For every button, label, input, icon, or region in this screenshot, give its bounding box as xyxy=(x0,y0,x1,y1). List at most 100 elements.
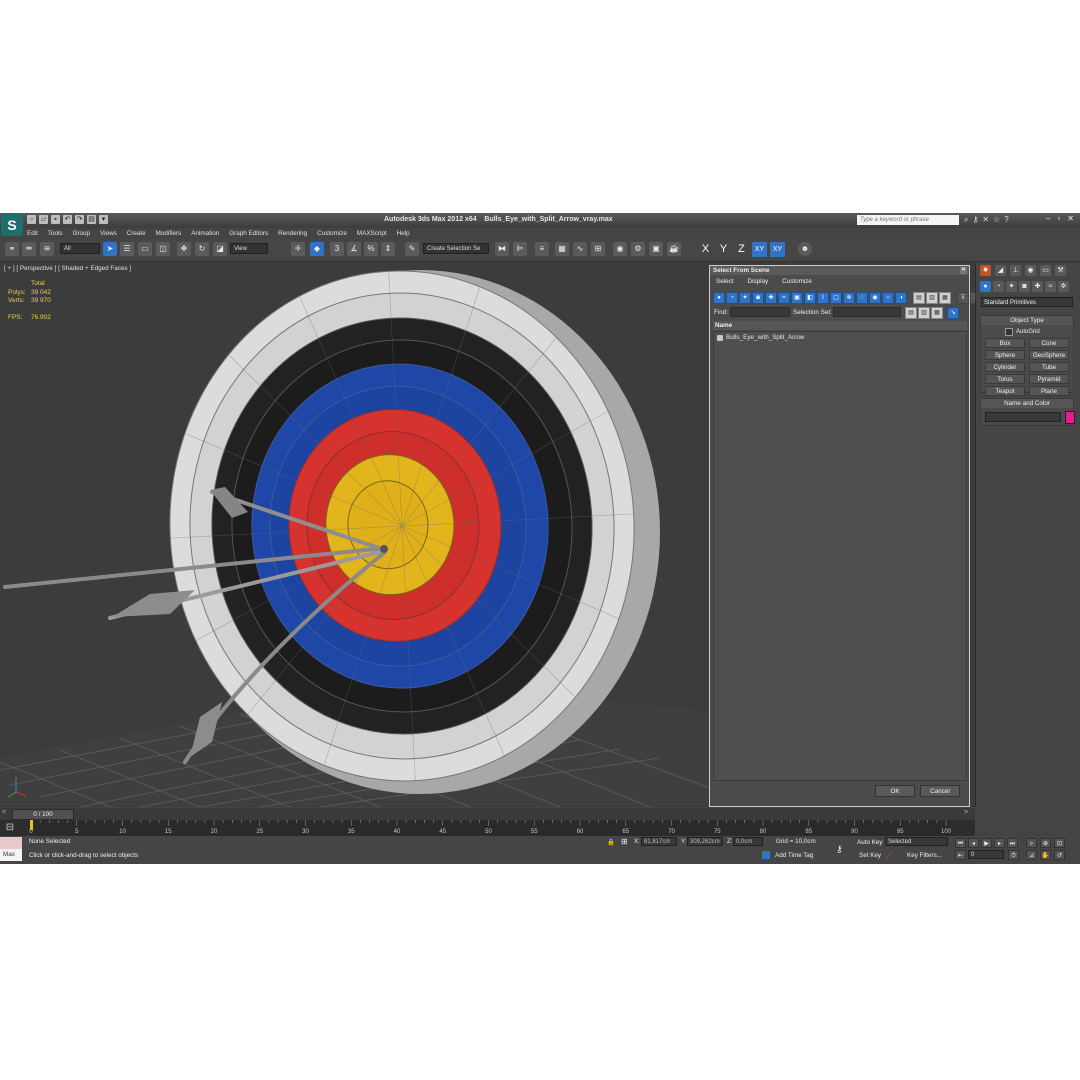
time-slider[interactable]: < 0 / 100 > xyxy=(0,808,975,820)
edit-named-selection-icon[interactable]: ✎ xyxy=(405,242,419,256)
display-space-warps-icon[interactable]: ≈ xyxy=(778,292,790,304)
previous-frame-icon[interactable]: ◂ xyxy=(968,838,979,848)
autogrid-check[interactable] xyxy=(1005,328,1013,336)
display-all-icon[interactable]: ◉ xyxy=(869,292,881,304)
star-icon[interactable]: ☆ xyxy=(993,215,1000,225)
object-type-title[interactable]: Object Type xyxy=(981,316,1073,325)
pivot-center-icon[interactable]: ✛ xyxy=(291,242,305,256)
display-geometry-icon[interactable]: ● xyxy=(713,292,725,304)
render-setup-icon[interactable]: ⚙ xyxy=(631,242,645,256)
axis-x-button[interactable]: X xyxy=(698,242,713,257)
menu-rendering[interactable]: Rendering xyxy=(273,228,312,239)
absolute-mode-icon[interactable]: ⊞ xyxy=(621,837,628,846)
window-crossing-icon[interactable]: ◫ xyxy=(156,242,170,256)
time-slider-thumb[interactable]: 0 / 100 xyxy=(12,809,74,820)
add-time-tag[interactable]: Add Time Tag xyxy=(775,852,813,859)
dialog-menu-customize[interactable]: Customize xyxy=(782,278,812,285)
selection-set-edit-icon[interactable]: ▥ xyxy=(918,307,930,319)
cone-button[interactable]: Cone xyxy=(1029,338,1069,348)
project-folder-icon[interactable]: ▤ xyxy=(87,215,96,224)
percent-snap-icon[interactable]: % xyxy=(364,242,378,256)
help-icon[interactable]: ? xyxy=(1004,215,1008,225)
z-coord-field[interactable]: 0,0cm xyxy=(733,837,763,846)
key-filters-button[interactable]: Key Filters... xyxy=(907,852,942,859)
zoom-all-icon[interactable]: ⊕ xyxy=(1040,838,1051,848)
undo-icon[interactable]: ↶ xyxy=(63,215,72,224)
material-editor-icon[interactable]: ◉ xyxy=(613,242,627,256)
display-tab-icon[interactable]: ▭ xyxy=(1040,265,1051,276)
select-all-icon[interactable]: ▤ xyxy=(913,292,925,304)
rotate-icon[interactable]: ↻ xyxy=(195,242,209,256)
field-of-view-icon[interactable]: ⊿ xyxy=(1026,850,1037,860)
axis-xy-button[interactable]: XY xyxy=(752,242,767,257)
zoom-icon[interactable]: ⌕ xyxy=(1026,838,1037,848)
scene-object-list[interactable]: Bulls_Eye_with_Split_Arrow xyxy=(713,331,967,781)
menu-group[interactable]: Group xyxy=(68,228,96,239)
selection-filter-dropdown[interactable]: All xyxy=(60,243,100,254)
close-icon[interactable]: ✕ xyxy=(1067,214,1074,223)
rectangular-region-icon[interactable]: ▭ xyxy=(138,242,152,256)
open-file-icon[interactable]: ▱ xyxy=(39,215,48,224)
systems-category-icon[interactable]: ✲ xyxy=(1058,281,1069,292)
display-shapes-icon[interactable]: ◔ xyxy=(726,292,738,304)
menu-modifiers[interactable]: Modifiers xyxy=(151,228,187,239)
y-coord-field[interactable]: 309,262cm xyxy=(687,837,723,846)
curve-editor-icon[interactable]: ∿ xyxy=(573,242,587,256)
torus-button[interactable]: Torus xyxy=(985,374,1025,384)
object-name-input[interactable] xyxy=(985,412,1061,422)
menu-views[interactable]: Views xyxy=(95,228,122,239)
named-selection-set-dropdown[interactable]: Create Selection Se xyxy=(423,243,489,254)
selection-set-save-icon[interactable]: ▤ xyxy=(905,307,917,319)
axis-z-button[interactable]: Z xyxy=(734,242,749,257)
selection-set-dropdown[interactable] xyxy=(833,307,901,317)
modify-tab-icon[interactable]: ◢ xyxy=(995,265,1006,276)
cameras-category-icon[interactable]: ◙ xyxy=(1019,281,1030,292)
time-configuration-icon[interactable]: ⏱ xyxy=(1008,850,1019,860)
find-input[interactable] xyxy=(730,307,790,317)
sphere-button[interactable]: Sphere xyxy=(985,350,1025,360)
go-to-start-icon[interactable]: ⏮ xyxy=(955,838,966,848)
menu-create[interactable]: Create xyxy=(122,228,151,239)
tube-button[interactable]: Tube xyxy=(1029,362,1069,372)
minimize-icon[interactable]: – xyxy=(1046,214,1050,223)
unlink-icon[interactable]: ⚮ xyxy=(22,242,36,256)
viewport-label[interactable]: [ + ] [ Perspective ] [ Shaded + Edged F… xyxy=(4,265,131,272)
select-object-icon[interactable]: ➤ xyxy=(103,242,117,256)
sync-selection-icon[interactable]: ↘ xyxy=(947,307,959,319)
list-item[interactable]: Bulls_Eye_with_Split_Arrow xyxy=(717,334,804,341)
select-manipulate-icon[interactable]: ◆ xyxy=(310,242,324,256)
lock-selection-icon[interactable]: 🔒 xyxy=(607,838,615,846)
cylinder-button[interactable]: Cylinder xyxy=(985,362,1025,372)
display-cameras-icon[interactable]: ◙ xyxy=(752,292,764,304)
axis-y-button[interactable]: Y xyxy=(716,242,731,257)
set-key-button[interactable]: Set Key xyxy=(859,852,881,859)
graphite-ribbon-icon[interactable]: ▦ xyxy=(555,242,569,256)
menu-animation[interactable]: Animation xyxy=(186,228,224,239)
viewport-shading-icon[interactable]: ☻ xyxy=(798,242,812,256)
auto-key-button[interactable]: Auto Key xyxy=(857,839,883,846)
dialog-title[interactable]: Select From Scene xyxy=(710,266,969,275)
maximize-icon[interactable]: ▫ xyxy=(1057,214,1060,223)
maxscript-mini-listener[interactable]: Max xyxy=(0,849,22,861)
filter-icon[interactable]: ⊽ xyxy=(957,292,969,304)
save-file-icon[interactable]: ▪ xyxy=(51,215,60,224)
hierarchy-tab-icon[interactable]: ⊥ xyxy=(1010,265,1021,276)
name-and-color-title[interactable]: Name and Color xyxy=(981,399,1073,408)
time-tag-icon[interactable] xyxy=(762,851,770,859)
display-bones-icon[interactable]: ⌇ xyxy=(817,292,829,304)
display-lights-icon[interactable]: ✦ xyxy=(739,292,751,304)
mirror-icon[interactable]: ⧓ xyxy=(495,242,509,256)
dialog-menu-select[interactable]: Select xyxy=(716,278,734,285)
angle-snap-icon[interactable]: ∡ xyxy=(347,242,361,256)
key-icon[interactable]: ⚷ xyxy=(972,215,978,225)
utilities-tab-icon[interactable]: ⚒ xyxy=(1055,265,1066,276)
display-invert-icon[interactable]: ◑ xyxy=(895,292,907,304)
box-button[interactable]: Box xyxy=(985,338,1025,348)
motion-tab-icon[interactable]: ◉ xyxy=(1025,265,1036,276)
geometry-category-icon[interactable]: ● xyxy=(980,281,991,292)
key-mode-dropdown[interactable]: Selected xyxy=(885,837,948,846)
menu-edit[interactable]: Edit xyxy=(22,228,43,239)
link-icon[interactable]: ⚭ xyxy=(5,242,19,256)
object-color-swatch[interactable] xyxy=(1065,411,1075,424)
dialog-close-icon[interactable]: ✕ xyxy=(960,267,967,274)
